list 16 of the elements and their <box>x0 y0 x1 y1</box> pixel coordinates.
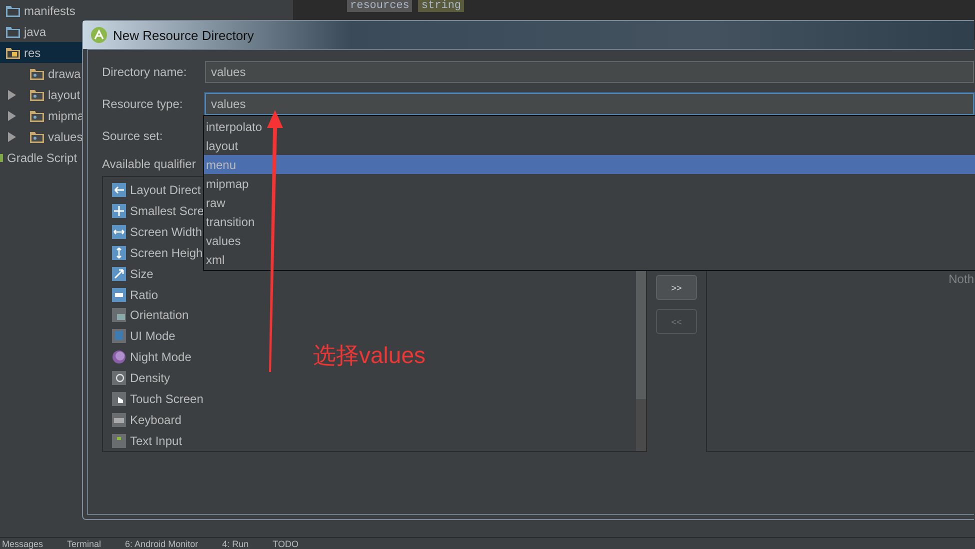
tree-item-label: layout <box>48 88 80 102</box>
tree-item-label: drawa <box>48 66 81 80</box>
tree-item-label: res <box>24 46 41 60</box>
annotation-text: 选择values <box>313 341 426 370</box>
tree-item-label: Gradle Script <box>7 150 78 164</box>
field-label: Source set: <box>102 129 164 143</box>
field-label: Resource type: <box>102 97 184 111</box>
field-label: Directory name: <box>102 65 188 79</box>
tree-item-label: manifests <box>24 4 76 18</box>
section-label: Available qualifier <box>102 157 197 171</box>
tree-item-label: java <box>24 24 46 38</box>
code-tag: string <box>418 0 464 12</box>
empty-message: Noth <box>948 272 974 286</box>
code-tag: resources <box>347 0 412 12</box>
tree-item-label: values <box>48 130 83 144</box>
window-title: New Resource Directory <box>113 28 254 42</box>
